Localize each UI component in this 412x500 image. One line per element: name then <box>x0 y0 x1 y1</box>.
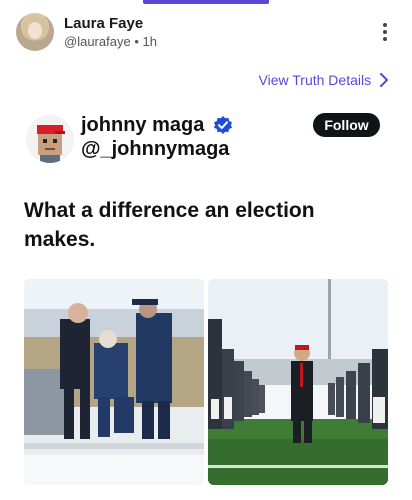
view-truth-details-link[interactable]: View Truth Details <box>259 72 389 88</box>
author-handle[interactable]: @laurafaye <box>64 34 131 49</box>
embedded-tweet-text: What a difference an election makes. <box>24 199 315 251</box>
embedded-author-name[interactable]: johnny maga <box>81 114 204 137</box>
more-options-icon[interactable] <box>379 23 391 43</box>
avatar[interactable] <box>16 13 54 51</box>
author-name[interactable]: Laura Faye <box>64 15 143 32</box>
tweet-photo-right[interactable] <box>208 279 388 485</box>
embedded-avatar[interactable] <box>26 115 74 163</box>
embedded-author-handle[interactable]: @_johnnymaga <box>81 138 229 161</box>
follow-button[interactable]: Follow <box>313 113 380 137</box>
view-truth-details-label[interactable]: View Truth Details <box>259 72 372 88</box>
post-header: Laura Faye @laurafaye • 1h <box>0 0 412 64</box>
author-meta: @laurafaye • 1h <box>64 34 157 49</box>
chevron-right-icon <box>380 73 388 87</box>
meta-separator: • <box>134 34 139 49</box>
tweet-photo-left[interactable] <box>24 279 204 485</box>
post-time: 1h <box>142 34 157 49</box>
verified-badge-icon <box>214 116 232 134</box>
